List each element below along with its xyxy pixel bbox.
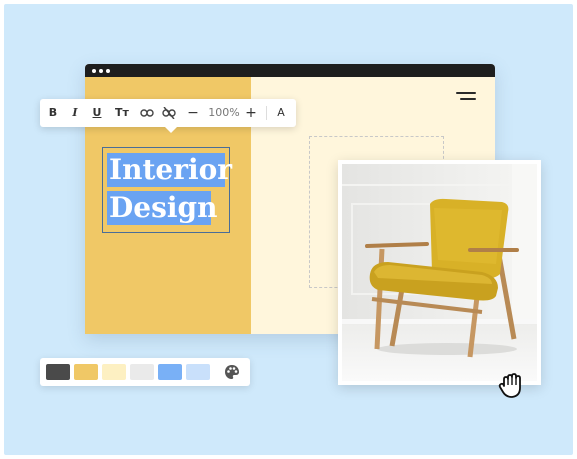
zoom-in-button[interactable]: + <box>244 99 258 127</box>
title-line-1[interactable]: Interior <box>107 153 232 187</box>
chair-photo <box>342 164 537 381</box>
app-canvas: Interior Design B I U Tт − 100% + A <box>4 4 573 455</box>
swatch-light-gray[interactable] <box>130 364 154 380</box>
link-icon[interactable] <box>138 99 156 127</box>
bold-button[interactable]: B <box>46 99 60 127</box>
underline-button[interactable]: U <box>90 99 104 127</box>
swatch-blue[interactable] <box>158 364 182 380</box>
swatch-yellow[interactable] <box>74 364 98 380</box>
format-toolbar: B I U Tт − 100% + A <box>40 99 296 133</box>
swatch-light-blue[interactable] <box>186 364 210 380</box>
zoom-out-button[interactable]: − <box>186 99 200 127</box>
text-size-button[interactable]: Tт <box>112 99 132 127</box>
unlink-icon[interactable] <box>160 99 178 127</box>
swatch-dark-gray[interactable] <box>46 364 70 380</box>
title-line-2[interactable]: Design <box>107 191 217 225</box>
swatch-cream[interactable] <box>102 364 126 380</box>
palette-icon[interactable] <box>224 364 240 380</box>
photo-frame[interactable] <box>338 160 541 385</box>
window-dot-icon <box>92 69 96 73</box>
window-dot-icon <box>99 69 103 73</box>
zoom-value: 100% <box>208 106 240 119</box>
font-button[interactable]: A <box>274 99 288 127</box>
window-titlebar <box>85 64 495 77</box>
italic-button[interactable]: I <box>68 99 82 127</box>
window-dot-icon <box>106 69 110 73</box>
grab-hand-icon <box>496 368 530 402</box>
color-palette <box>40 358 250 386</box>
toolbar-divider <box>266 106 267 120</box>
menu-icon[interactable] <box>456 92 476 102</box>
